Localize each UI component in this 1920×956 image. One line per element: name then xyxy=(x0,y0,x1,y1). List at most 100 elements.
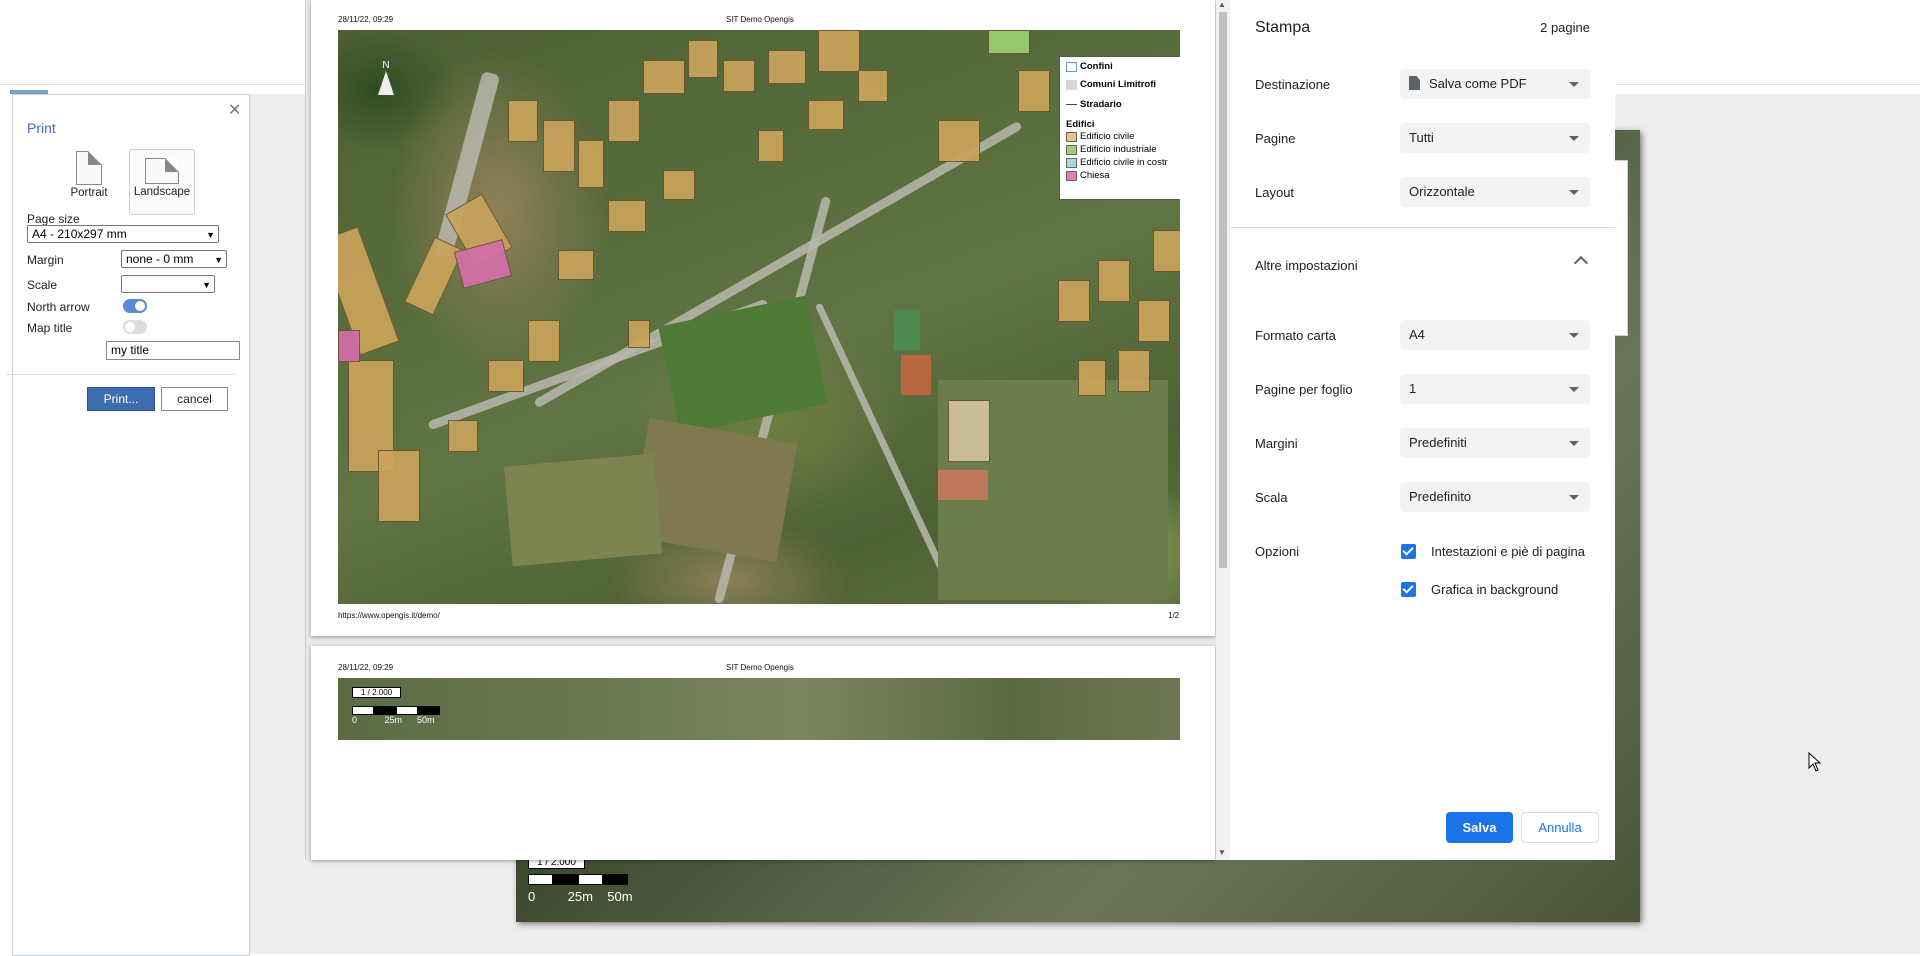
scale-select[interactable]: ▼ xyxy=(121,275,215,293)
scroll-down-icon[interactable]: ▼ xyxy=(1218,848,1226,857)
divider xyxy=(1230,227,1615,228)
map-building xyxy=(578,140,604,188)
map-title-input[interactable]: my title xyxy=(106,341,240,360)
map-tennis-court xyxy=(901,355,931,395)
map-building xyxy=(723,60,755,92)
print-button[interactable]: Print... xyxy=(87,387,155,411)
legend-label: Stradario xyxy=(1080,99,1122,110)
map-building xyxy=(1153,230,1180,272)
north-arrow-toggle[interactable] xyxy=(123,299,147,313)
paper-size-select[interactable]: A4 xyxy=(1400,320,1590,350)
margin-label: Margin xyxy=(27,253,64,267)
legend-label: Comuni Limitrofi xyxy=(1080,79,1156,90)
page-count: 2 pagine xyxy=(1540,20,1590,35)
map-building xyxy=(858,70,888,102)
chevron-down-icon: ▼ xyxy=(202,280,211,290)
page-header-datetime: 28/11/22, 09:29 xyxy=(338,663,394,672)
destination-select[interactable]: Salva come PDF xyxy=(1400,69,1590,99)
scale-bar: 1 / 2.000 0 25m 50m xyxy=(352,682,447,725)
chevron-down-icon xyxy=(1569,495,1579,500)
north-arrow-icon: N xyxy=(376,60,396,95)
orientation-landscape-button[interactable]: Landscape xyxy=(129,149,195,215)
scale-ratio: 1 / 2.000 xyxy=(352,687,402,698)
page-size-select[interactable]: A4 - 210x297 mm ▼ xyxy=(27,225,219,243)
paper-size-value: A4 xyxy=(1409,327,1425,342)
layout-select[interactable]: Orizzontale xyxy=(1400,177,1590,207)
map-building xyxy=(1078,360,1106,396)
legend-row: Comuni Limitrofi xyxy=(1066,79,1156,90)
print-dialog-title: Stampa xyxy=(1255,19,1311,36)
map-building-church xyxy=(338,330,360,362)
legend-swatch xyxy=(1066,144,1077,155)
map-road xyxy=(814,302,949,578)
orientation-portrait-button[interactable]: Portrait xyxy=(57,151,121,199)
map-building xyxy=(608,100,640,142)
legend-group-title: Edifici xyxy=(1066,119,1095,130)
legend-label: Edificio civile xyxy=(1080,131,1135,142)
scrollbar-thumb[interactable] xyxy=(1219,12,1227,568)
map-building xyxy=(688,40,718,78)
background-scale-graphic xyxy=(528,874,643,885)
scroll-up-icon[interactable]: ▲ xyxy=(1218,0,1226,9)
map-building-industrial xyxy=(988,30,1030,54)
cancel-button[interactable]: Annulla xyxy=(1521,812,1599,843)
scale-label: Scala xyxy=(1255,490,1288,505)
map-field xyxy=(503,453,663,567)
background-graphics-checkbox[interactable] xyxy=(1401,582,1416,597)
scale-label: 50m xyxy=(417,715,435,725)
pages-per-sheet-select[interactable]: 1 xyxy=(1400,374,1590,404)
print-panel: Print ✕ Portrait Landscape Page size A4 … xyxy=(12,94,250,956)
map-tennis-court xyxy=(894,310,920,350)
pages-label: Pagine xyxy=(1255,131,1296,146)
page-footer-url: https://www.opengis.it/demo/ xyxy=(338,611,440,620)
page-size-label: Page size xyxy=(27,212,80,226)
chevron-down-icon: ▼ xyxy=(206,230,215,240)
map-building xyxy=(508,100,538,142)
file-icon xyxy=(1409,76,1420,90)
pages-value: Tutti xyxy=(1409,130,1434,145)
chevron-down-icon xyxy=(1569,441,1579,446)
scale-value: Predefinito xyxy=(1409,489,1472,504)
scale-select[interactable]: Predefinito xyxy=(1400,482,1590,512)
map-building xyxy=(528,320,560,362)
scale-label: Scale xyxy=(27,278,58,292)
background-scale-label: 0 xyxy=(528,889,536,904)
close-icon[interactable]: ✕ xyxy=(228,100,241,120)
chevron-down-icon xyxy=(1569,82,1579,87)
save-button[interactable]: Salva xyxy=(1446,812,1513,843)
map-building xyxy=(628,320,650,348)
margin-value: none - 0 mm xyxy=(126,252,194,266)
print-preview-area: 28/11/22, 09:29 SIT Demo Opengis N Confi… xyxy=(305,0,1231,860)
legend-label: Edificio civile in costr xyxy=(1080,157,1168,168)
margins-label: Margini xyxy=(1255,436,1298,451)
map-tennis-court xyxy=(938,470,988,500)
margin-select[interactable]: none - 0 mm ▼ xyxy=(121,250,227,268)
map-title-toggle[interactable] xyxy=(123,320,147,334)
chevron-down-icon xyxy=(1569,333,1579,338)
pages-per-sheet-label: Pagine per foglio xyxy=(1255,382,1353,397)
portrait-page-icon xyxy=(76,151,102,185)
map-building xyxy=(938,120,980,162)
scale-label: 0 xyxy=(352,715,358,725)
map-building xyxy=(1138,300,1170,342)
more-settings-toggle[interactable]: Altre impostazioni xyxy=(1255,258,1358,273)
pages-select[interactable]: Tutti xyxy=(1400,123,1590,153)
legend-row: Edificio civile in costr xyxy=(1066,157,1168,168)
preview-scrollbar[interactable]: ▲ ▼ xyxy=(1216,0,1230,860)
preview-page-1: 28/11/22, 09:29 SIT Demo Opengis N Confi… xyxy=(311,0,1215,636)
cancel-button[interactable]: cancel xyxy=(161,387,228,411)
pages-per-sheet-value: 1 xyxy=(1409,381,1417,396)
map-building xyxy=(1098,260,1130,302)
map-building xyxy=(808,100,844,130)
page-size-value: A4 - 210x297 mm xyxy=(32,227,127,241)
page-footer-number: 1/2 xyxy=(1168,611,1180,620)
margins-select[interactable]: Predefiniti xyxy=(1400,428,1590,458)
map-building xyxy=(1058,280,1090,322)
portrait-label: Portrait xyxy=(70,187,108,199)
legend-row: Confini xyxy=(1066,61,1113,72)
paper-size-label: Formato carta xyxy=(1255,328,1336,343)
headers-footers-checkbox[interactable] xyxy=(1401,544,1416,559)
chevron-up-icon[interactable] xyxy=(1573,255,1589,271)
north-arrow-label: N xyxy=(382,60,390,71)
map-building-church xyxy=(453,239,513,289)
